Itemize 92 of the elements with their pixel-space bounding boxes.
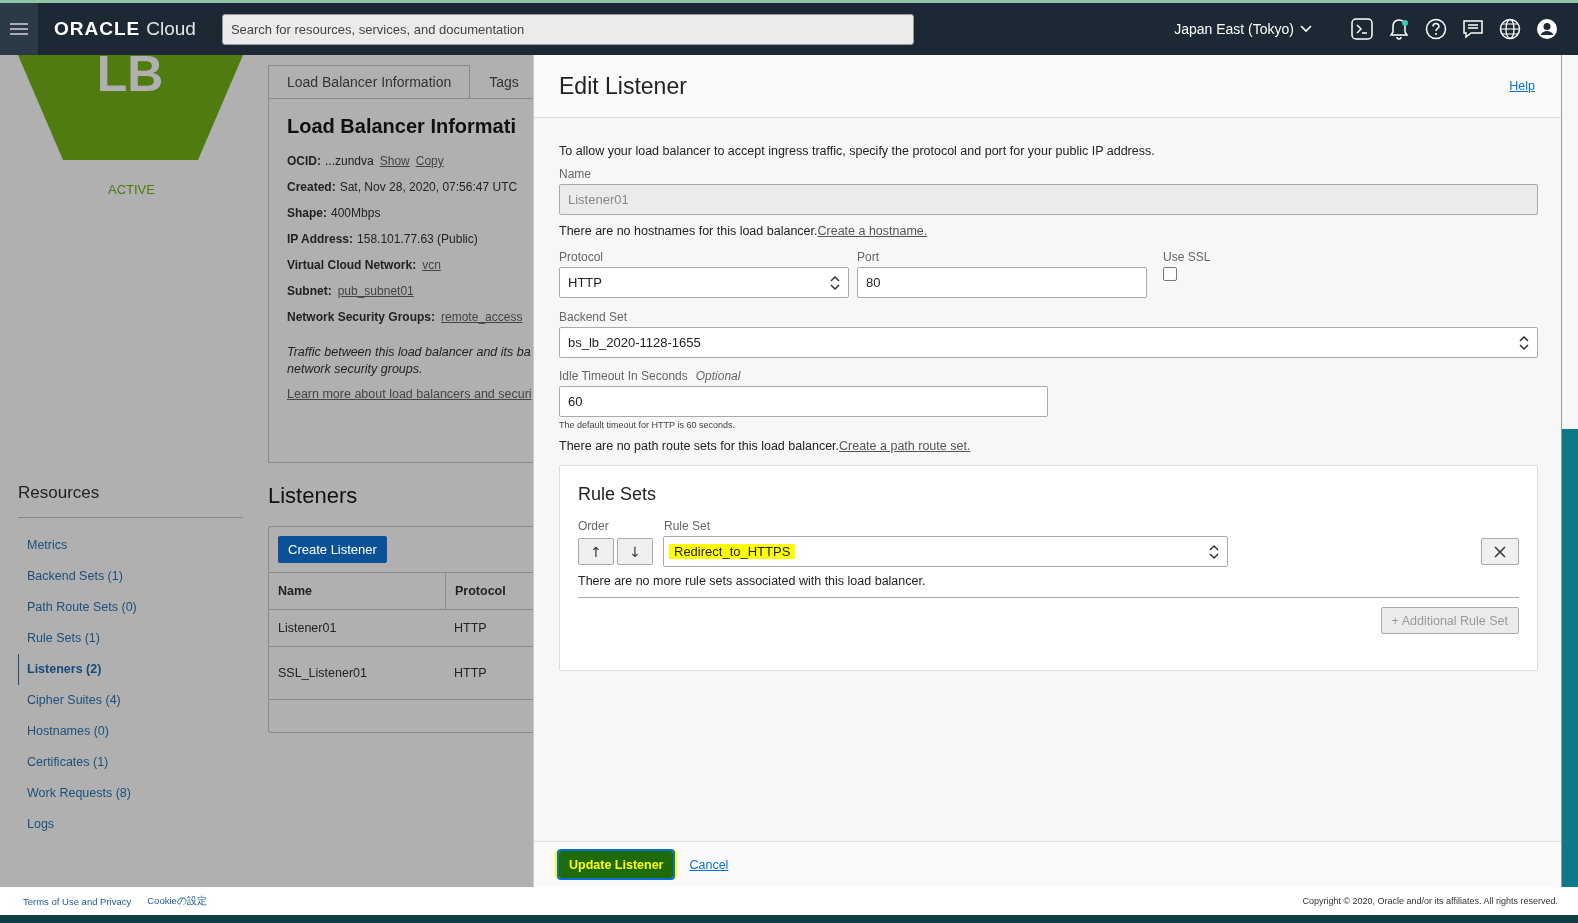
tab[interactable]: Tags	[470, 65, 533, 99]
field-label: Port	[857, 250, 880, 264]
sidebar-item[interactable]: Listeners (2)	[18, 654, 243, 685]
table-cell-text: SSL_Listener01	[277, 665, 368, 682]
field-label: Shape:	[287, 206, 327, 220]
use-ssl-checkbox[interactable]	[1163, 267, 1177, 281]
note-text: network security groups.	[287, 361, 424, 378]
card-title: Rule Sets	[578, 484, 658, 505]
field-label: Backend Set	[559, 310, 628, 324]
field-label: IP Address:	[287, 232, 354, 246]
panel-title: Load Balancer Informati	[287, 115, 517, 138]
protocol-select[interactable]: HTTP	[559, 267, 849, 298]
field-label: Protocol	[559, 250, 605, 264]
menu-icon	[10, 22, 28, 36]
field-value: 158.101.77.63 (Public)	[357, 232, 478, 246]
cancel-link[interactable]: Cancel	[689, 857, 729, 872]
table-cell-text: HTTP	[453, 621, 487, 635]
move-down-button[interactable]: ↓	[617, 538, 653, 565]
learn-more-link[interactable]: Learn more about load balancers and securi	[287, 387, 532, 401]
field-label: Name	[559, 167, 591, 181]
help-link[interactable]: Help	[1509, 79, 1535, 93]
rule-set-select[interactable]: Redirect_to_HTTPS	[663, 536, 1228, 567]
backend-set-select[interactable]: bs_lb_2020-1128-1655	[559, 327, 1538, 358]
port-field[interactable]: 80	[857, 267, 1147, 298]
link[interactable]: vcn	[422, 258, 441, 272]
sidebar-item[interactable]: Backend Sets (1)	[18, 561, 243, 592]
link[interactable]: pub_subnet01	[337, 284, 414, 298]
menu-button[interactable]	[0, 3, 38, 55]
table-cell-text: Listener01	[277, 620, 338, 637]
user-avatar-icon[interactable]	[1536, 18, 1558, 40]
sidebar-item[interactable]: Path Route Sets (0)	[18, 592, 243, 623]
tab[interactable]: Load Balancer Information	[268, 65, 471, 99]
hostname-note: There are no hostnames for this load balancer.Create a hostname.	[559, 224, 928, 238]
field-value: ...zundva	[325, 154, 374, 168]
idle-timeout-field[interactable]: 60	[559, 386, 1048, 417]
rule-sets-note: There are no more rule sets associated with this load balancer.	[578, 574, 1519, 598]
updown-icon	[1519, 335, 1529, 350]
close-icon	[1494, 545, 1506, 558]
caret-icon	[1300, 25, 1312, 33]
chat-icon[interactable]	[1462, 18, 1484, 40]
field-label: Order	[578, 519, 610, 533]
updown-icon	[830, 275, 840, 290]
move-up-button[interactable]: ↑	[578, 538, 614, 565]
sidebar-item[interactable]: Work Requests (8)	[18, 778, 243, 809]
copyright-text: Copyright © 2020, Oracle and/or its affiliates. All rights reserved.	[1302, 896, 1558, 906]
create-hostname-link[interactable]: Create a hostname.	[817, 224, 928, 238]
field-value: 400Mbps	[331, 206, 381, 220]
footer-link[interactable]: Cookieの設定	[147, 894, 207, 908]
footer-link[interactable]: Terms of Use and Privacy	[23, 895, 132, 907]
hint-text: The default timeout for HTTP is 60 seconds.	[559, 420, 735, 430]
field-label: OCID:	[287, 154, 321, 168]
field-label: Created:	[287, 180, 336, 194]
sidebar-item[interactable]: Hostnames (0)	[18, 716, 243, 747]
status-label: ACTIVE	[108, 182, 155, 197]
help-icon[interactable]	[1425, 18, 1447, 40]
link[interactable]: Copy	[415, 154, 444, 168]
product-name: Cloud	[146, 18, 196, 40]
field-label: Virtual Cloud Network:	[287, 258, 417, 272]
field-label: Subnet:	[287, 284, 332, 298]
sidebar-item[interactable]: Certificates (1)	[18, 747, 243, 778]
section-heading: Listeners	[268, 483, 359, 509]
path-route-note: There are no path route sets for this load balancer.Create a path route set.	[559, 439, 971, 453]
sidebar-item[interactable]: Rule Sets (1)	[18, 623, 243, 654]
load-balancer-badge: LB	[18, 55, 243, 160]
field-label: Idle Timeout In Seconds	[559, 369, 688, 383]
create-path-route-link[interactable]: Create a path route set.	[839, 439, 971, 453]
column-header: Protocol	[454, 584, 506, 598]
resources-heading: Resources	[18, 483, 243, 518]
updown-icon	[1209, 544, 1219, 559]
intro-text: To allow your load balancer to accept ingress traffic, specify the protocol and port for your public IP address.	[559, 144, 1155, 158]
search-field[interactable]: Search for resources, services, and documentation	[221, 13, 914, 45]
optional-label: Optional	[695, 369, 741, 383]
link[interactable]: Show	[379, 154, 410, 168]
column-header: Name	[269, 573, 446, 609]
field-value: Sat, Nov 28, 2020, 07:56:47 UTC	[339, 180, 518, 194]
table-cell-text: HTTP	[453, 666, 487, 680]
globe-icon[interactable]	[1499, 18, 1521, 40]
link[interactable]: remote_access	[441, 310, 523, 324]
sidebar-item[interactable]: Logs	[18, 809, 243, 840]
remove-button[interactable]	[1481, 538, 1519, 565]
field-label: Use SSL	[1163, 250, 1211, 264]
field-label: Rule Set	[664, 519, 711, 533]
drawer-title: Edit Listener	[559, 72, 688, 100]
sidebar-item[interactable]: Cipher Suites (4)	[18, 685, 243, 716]
create-listener-button[interactable]: Create Listener	[278, 536, 387, 563]
note-text: Traffic between this load balancer and its ba	[287, 344, 532, 361]
notifications-icon[interactable]	[1388, 18, 1410, 40]
terminal-icon[interactable]	[1351, 18, 1373, 40]
sidebar-item[interactable]: Metrics	[18, 530, 243, 561]
brand-logo[interactable]: ORACLE	[54, 18, 141, 40]
region-selector[interactable]: Japan East (Tokyo)	[1168, 20, 1318, 38]
field-label: Network Security Groups:	[287, 310, 436, 324]
